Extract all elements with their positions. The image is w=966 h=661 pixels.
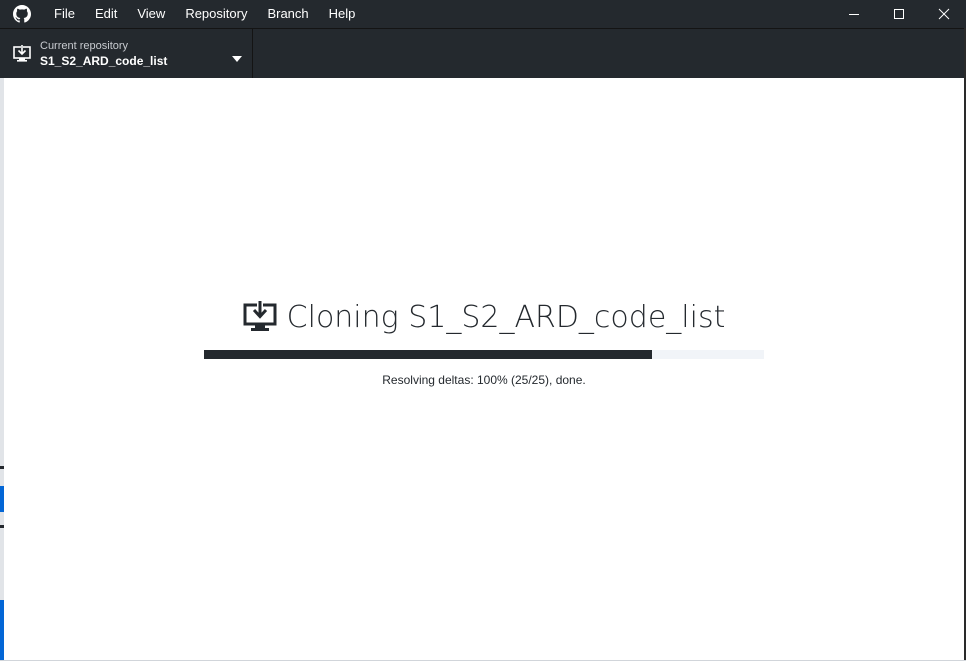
current-repository-name: S1_S2_ARD_code_list [40, 53, 168, 68]
edge-highlight [0, 486, 4, 512]
clone-title: Cloning S1_S2_ARD_code_list [286, 299, 726, 335]
repository-info: Current repository S1_S2_ARD_code_list [40, 39, 167, 69]
menu-branch[interactable]: Branch [257, 0, 318, 28]
close-icon [938, 8, 949, 20]
close-button[interactable] [921, 0, 966, 28]
minimize-icon [848, 14, 859, 15]
minimize-button[interactable] [831, 0, 876, 28]
menu-view[interactable]: View [127, 0, 175, 28]
clone-status-text: Resolving deltas: 100% (25/25), done. [382, 373, 586, 387]
clone-progress-fill [204, 350, 652, 359]
menu-bar: File Edit View Repository Branch Help [44, 0, 365, 28]
current-repository-button[interactable]: Current repository S1_S2_ARD_code_list [4, 29, 253, 78]
current-repository-label: Current repository [40, 39, 129, 52]
toolbar: Current repository S1_S2_ARD_code_list [0, 28, 966, 78]
edge-divider [0, 525, 4, 528]
clone-progress-panel: Cloning S1_S2_ARD_code_list Resolving de… [204, 296, 764, 387]
menu-edit[interactable]: Edit [85, 0, 127, 28]
edge-highlight [0, 600, 4, 661]
clone-progress-bar [204, 350, 764, 359]
clone-download-icon [4, 44, 40, 63]
background-window-edge [0, 78, 4, 661]
caret-down-icon [232, 49, 242, 67]
menu-help[interactable]: Help [319, 0, 366, 28]
title-bar: File Edit View Repository Branch Help [0, 0, 966, 28]
menu-repository[interactable]: Repository [175, 0, 257, 28]
window-controls [831, 0, 966, 28]
github-logo-icon [0, 0, 44, 28]
edge-divider [0, 466, 4, 469]
menu-file[interactable]: File [44, 0, 85, 28]
clone-heading: Cloning S1_S2_ARD_code_list [204, 296, 764, 338]
clone-download-icon [243, 301, 277, 333]
maximize-button[interactable] [876, 0, 921, 28]
maximize-icon [893, 9, 904, 19]
